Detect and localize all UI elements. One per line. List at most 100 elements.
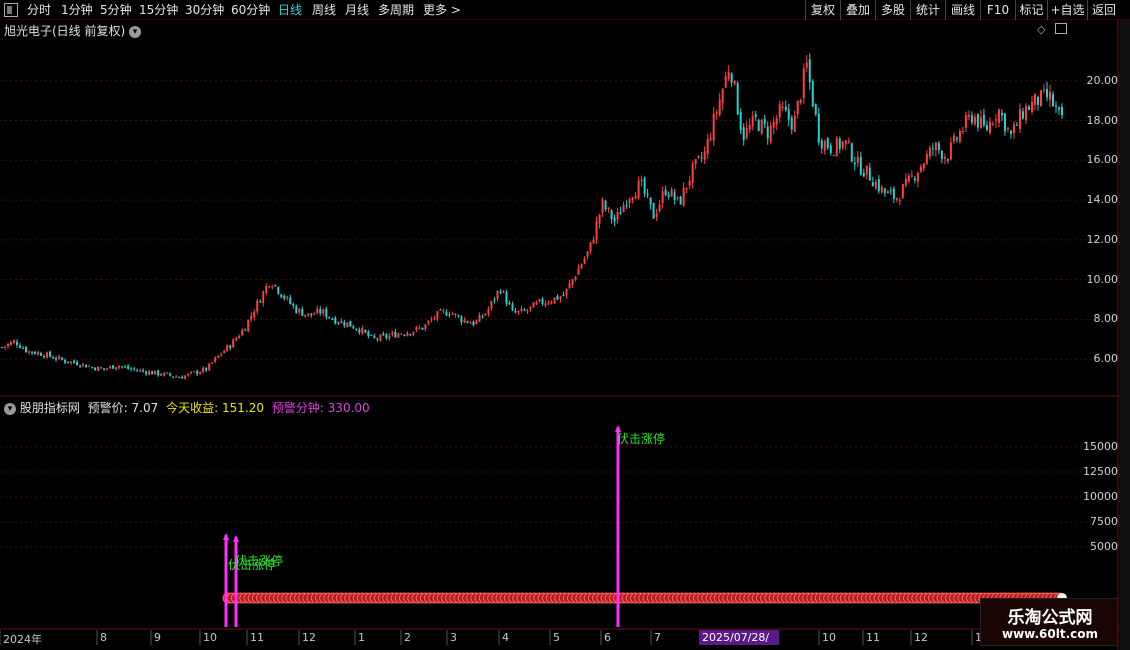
candle — [850, 142, 853, 163]
candle — [322, 308, 325, 317]
candle — [418, 324, 421, 330]
candle — [115, 367, 118, 371]
candle — [205, 367, 208, 372]
candle — [805, 55, 808, 73]
candle — [157, 369, 160, 377]
candle — [952, 132, 955, 144]
candle — [1000, 109, 1003, 122]
chart-canvas[interactable] — [0, 0, 1130, 650]
candle — [847, 137, 850, 144]
candle — [709, 132, 712, 142]
candle — [985, 120, 988, 132]
today-gain-label: 今天收益: — [166, 401, 219, 415]
candle — [961, 126, 964, 135]
candle — [703, 146, 706, 165]
right-side-panel[interactable] — [1120, 20, 1130, 650]
chevron-down-icon[interactable]: ▾ — [129, 25, 142, 38]
candle — [319, 306, 322, 316]
price-tick-label: 10.00 — [1086, 272, 1119, 286]
price-tick-label: 20.00 — [1086, 73, 1119, 87]
candle — [1006, 126, 1009, 133]
candle — [406, 331, 409, 337]
candle — [625, 200, 628, 210]
candle — [442, 308, 445, 314]
candle — [334, 315, 337, 325]
candle — [412, 331, 415, 337]
candle — [817, 107, 820, 146]
candle — [601, 197, 604, 218]
date-tick-label: 8 — [100, 631, 107, 644]
date-tick-label: 12 — [914, 631, 928, 644]
indicator-tick-label: 12500 — [1083, 465, 1118, 478]
candle — [790, 115, 793, 135]
candle — [1048, 84, 1051, 108]
candle — [640, 175, 643, 187]
candle — [484, 313, 487, 316]
candle — [745, 121, 748, 140]
watermark-title: 乐淘公式网 — [1007, 608, 1093, 628]
candle — [493, 297, 496, 304]
candle — [478, 312, 481, 322]
candle — [37, 350, 40, 356]
indicator-tick-label: 10000 — [1083, 490, 1118, 503]
candle — [715, 109, 718, 120]
candle — [376, 337, 379, 342]
candle — [973, 113, 976, 127]
candle — [76, 359, 79, 366]
candle — [430, 316, 433, 323]
candle — [298, 308, 301, 315]
candle — [1018, 103, 1021, 133]
candle — [1061, 103, 1063, 119]
candle — [55, 355, 58, 362]
candle — [79, 364, 82, 368]
candle — [751, 111, 754, 131]
candle — [568, 279, 571, 290]
price-tick-label: 6.00 — [1093, 352, 1119, 366]
candle — [223, 349, 226, 354]
indicator-tick-label: 7500 — [1090, 515, 1118, 528]
candle — [250, 312, 253, 323]
candle — [118, 364, 121, 370]
candle — [109, 365, 112, 369]
candle — [166, 372, 169, 374]
candle — [256, 298, 259, 315]
candle — [331, 317, 334, 321]
candle — [796, 100, 799, 119]
candle — [949, 137, 952, 161]
candle — [562, 291, 565, 297]
candle — [391, 330, 394, 337]
candle — [664, 185, 667, 197]
candle — [451, 311, 454, 316]
candle — [991, 121, 994, 126]
candle — [148, 369, 151, 376]
candle — [619, 206, 622, 215]
candle — [634, 191, 637, 199]
candle — [940, 150, 943, 164]
candle — [124, 364, 127, 369]
candle — [292, 302, 295, 309]
indicator-header: ▾ 股朋指标网 预警价: 7.07 今天收益: 151.20 预警分钟: 330… — [4, 399, 370, 416]
candle — [535, 300, 538, 306]
candle — [970, 111, 973, 126]
candle — [925, 150, 928, 166]
candle — [964, 111, 967, 132]
candle — [685, 187, 688, 194]
candle — [886, 189, 889, 194]
candle — [7, 343, 10, 349]
diamond-icon[interactable]: ◇ — [1037, 23, 1045, 36]
candle — [538, 298, 541, 303]
spike-bar — [616, 427, 620, 627]
candle — [193, 371, 196, 373]
candle — [607, 207, 610, 213]
date-tick-label: 9 — [154, 631, 161, 644]
candle — [160, 373, 163, 376]
window-toggle-icon[interactable] — [1055, 23, 1067, 34]
candle — [466, 320, 469, 324]
chevron-down-icon[interactable]: ▾ — [4, 402, 16, 415]
candle — [670, 187, 673, 198]
candle — [169, 372, 172, 377]
candle — [82, 363, 85, 368]
candle — [988, 117, 991, 136]
date-tick-label: 12 — [302, 631, 316, 644]
candle — [31, 351, 34, 356]
